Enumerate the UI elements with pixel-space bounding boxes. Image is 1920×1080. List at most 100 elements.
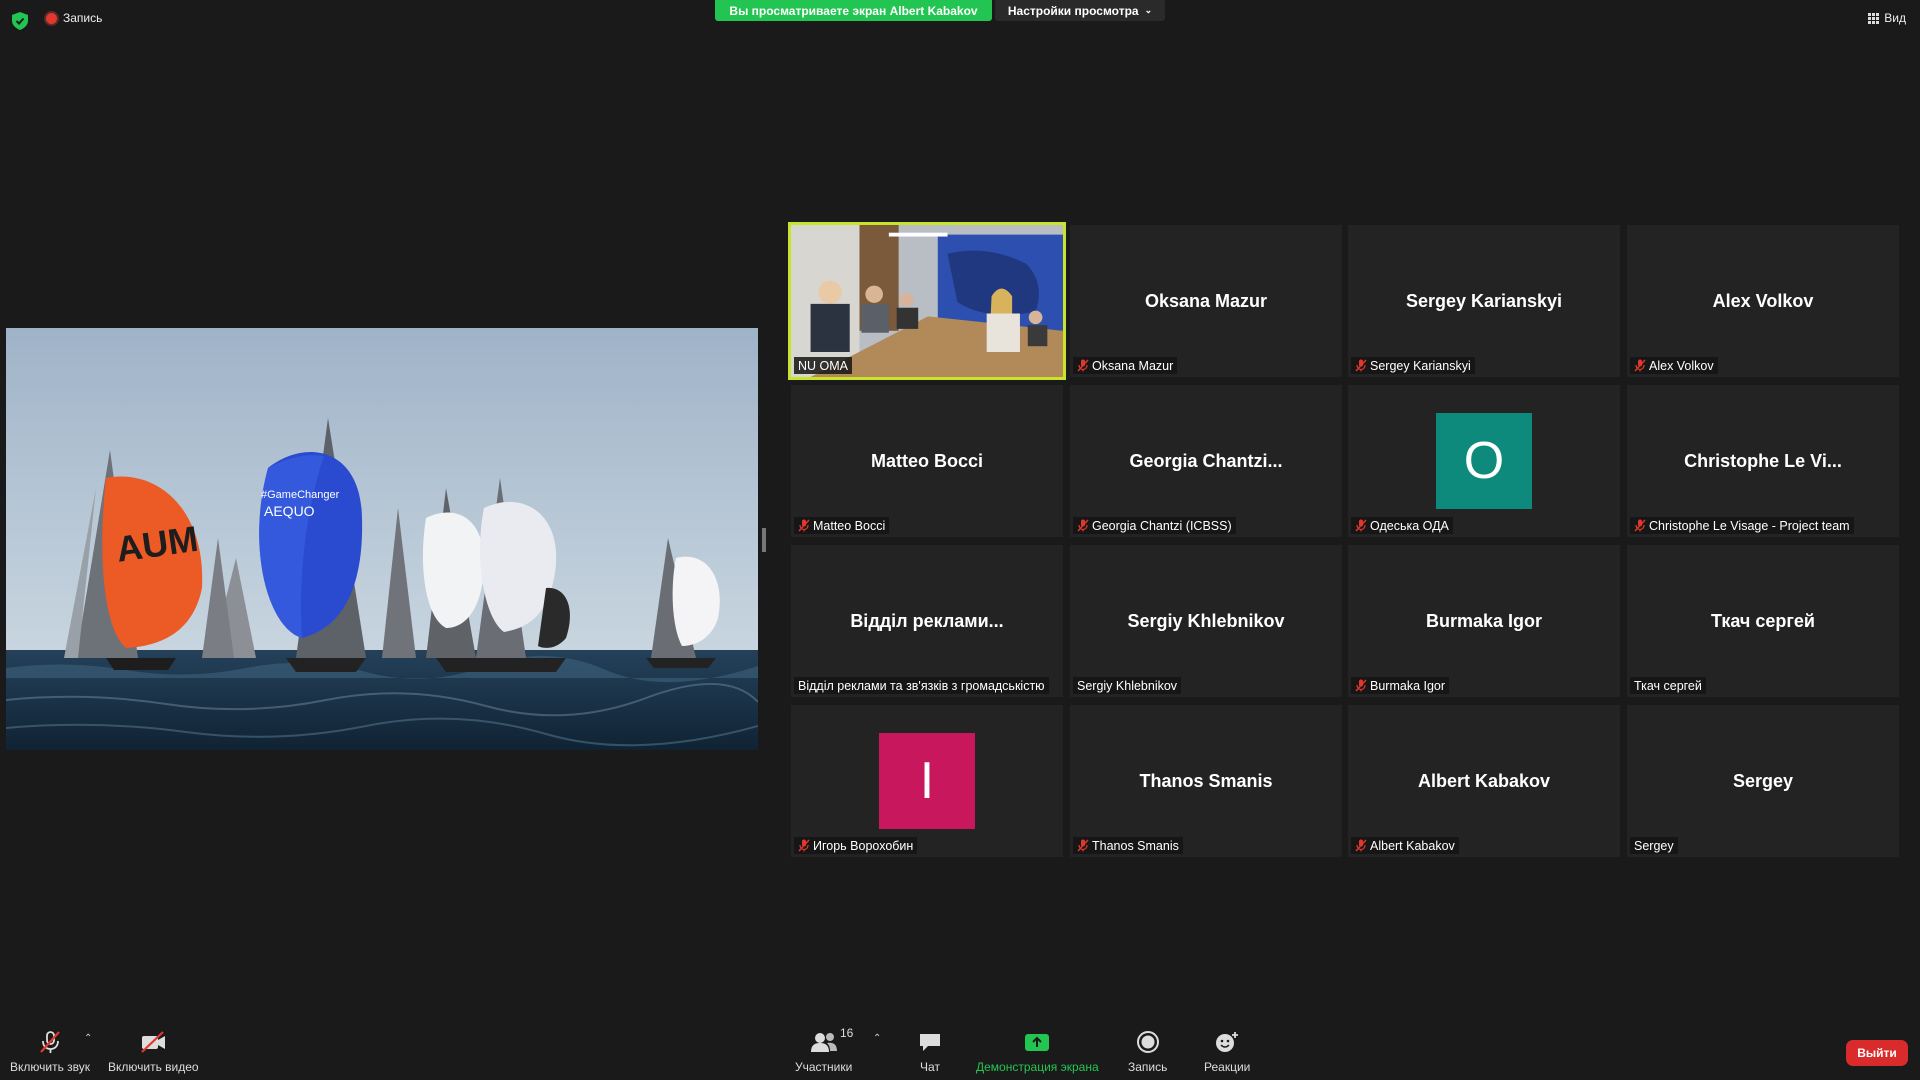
participant-tile[interactable]: Georgia Chantzi... Georgia Chantzi (ICBSS… (1070, 385, 1342, 537)
avatar: I (879, 733, 975, 829)
mic-muted-icon (1634, 359, 1646, 372)
participant-display-name: Sergey Karianskyi (1405, 290, 1563, 311)
participant-display-name: Sergey (1732, 770, 1794, 791)
participant-name-label: Ткач сергей (1630, 677, 1706, 694)
chat-button[interactable]: Чат (918, 1030, 942, 1074)
participant-tile[interactable]: NU OMA (788, 222, 1066, 380)
participant-display-name: Thanos Smanis (1139, 770, 1273, 791)
participant-name-label: Відділ реклами та зв'язків з громадськіс… (794, 677, 1049, 694)
participant-name: Matteo Bocci (813, 518, 886, 533)
participant-name-label: Oksana Mazur (1073, 357, 1178, 374)
participant-tile[interactable]: Thanos Smanis Thanos Smanis (1070, 705, 1342, 857)
participant-tile[interactable]: Oksana Mazur Oksana Mazur (1070, 225, 1342, 377)
participant-name-label: Sergey (1630, 837, 1678, 854)
mic-muted-icon (1355, 679, 1367, 692)
reactions-icon (1216, 1032, 1239, 1052)
record-button[interactable]: Запись (1128, 1030, 1167, 1074)
participant-name-label: Sergiy Khlebnikov (1073, 677, 1182, 694)
view-options-button[interactable]: Настройки просмотра ⌄ (995, 0, 1165, 21)
participant-name-label: Matteo Bocci (794, 517, 890, 534)
participant-display-name: Відділ реклами... (850, 610, 1004, 631)
share-screen-label: Демонстрация экрана (976, 1060, 1099, 1074)
splitter-handle[interactable] (762, 528, 766, 552)
participant-tile[interactable]: I Игорь Ворохобин (791, 705, 1063, 857)
view-layout-button[interactable]: Вид (1868, 11, 1906, 25)
record-label: Запись (1128, 1060, 1168, 1074)
share-screen-icon (1025, 1034, 1050, 1051)
participant-tile[interactable]: Sergiy Khlebnikov Sergiy Khlebnikov (1070, 545, 1342, 697)
participant-name: Игорь Ворохобин (813, 838, 914, 853)
screen-share-banner: Вы просматриваете экран Albert Kabakov (715, 0, 992, 21)
participant-name: Sergey Karianskyi (1370, 358, 1471, 373)
participant-name-label: NU OMA (794, 357, 852, 374)
participant-name: Albert Kabakov (1370, 838, 1455, 853)
participant-tile[interactable]: Albert Kabakov Albert Kabakov (1348, 705, 1620, 857)
unmute-button[interactable]: Включить звук (10, 1030, 90, 1074)
participant-display-name: Albert Kabakov (1417, 770, 1551, 791)
participant-display-name: Matteo Bocci (870, 450, 984, 471)
participants-label: Участники (795, 1060, 853, 1074)
participant-name-label: Georgia Chantzi (ICBSS) (1073, 517, 1236, 534)
record-icon (1136, 1031, 1159, 1053)
participant-display-name: Alex Volkov (1712, 290, 1814, 311)
participant-name: Відділ реклами та зв'язків з громадськіс… (798, 678, 1045, 693)
participant-tile[interactable]: Alex Volkov Alex Volkov (1627, 225, 1899, 377)
mic-muted-icon (1355, 839, 1367, 852)
grid-view-icon (1868, 12, 1880, 24)
participant-name-label: Thanos Smanis (1073, 837, 1183, 854)
mic-muted-icon (798, 519, 810, 532)
security-shield-icon[interactable] (12, 12, 28, 30)
participant-tile[interactable]: Burmaka Igor Burmaka Igor (1348, 545, 1620, 697)
participant-display-name: Burmaka Igor (1425, 610, 1543, 631)
participant-display-name: Christophe Le Vi... (1684, 450, 1842, 471)
recording-label: Запись (63, 11, 103, 25)
chat-label: Чат (920, 1060, 940, 1074)
participant-name: Oksana Mazur (1092, 358, 1174, 373)
participant-name-label: Burmaka Igor (1351, 677, 1450, 694)
recording-indicator[interactable]: Запись (46, 11, 102, 25)
mic-muted-icon (1077, 359, 1089, 372)
mic-muted-icon (1634, 519, 1646, 532)
chat-icon (920, 1034, 940, 1051)
participant-name: Alex Volkov (1649, 358, 1714, 373)
participant-name: Sergey (1634, 838, 1674, 853)
participant-name: Christophe Le Visage - Project team (1649, 518, 1850, 533)
reactions-label: Реакции (1204, 1060, 1251, 1074)
participant-name: NU OMA (798, 358, 848, 373)
mic-muted-icon (1077, 519, 1089, 532)
mic-off-icon (40, 1031, 60, 1053)
audio-options-caret[interactable]: ⌃ (84, 1033, 92, 1044)
leave-button[interactable]: Выйти (1846, 1040, 1908, 1066)
participant-name-label: Alex Volkov (1630, 357, 1718, 374)
participant-tile[interactable]: Ткач сергей Ткач сергей (1627, 545, 1899, 697)
participant-tile[interactable]: Відділ реклами... Відділ реклами та зв'яз… (791, 545, 1063, 697)
share-screen-button[interactable]: Демонстрация экрана (976, 1030, 1099, 1074)
reactions-button[interactable]: Реакции (1204, 1030, 1250, 1074)
video-off-icon (141, 1031, 166, 1053)
mic-muted-icon (798, 839, 810, 852)
participant-tile[interactable]: Sergey Karianskyi Sergey Karianskyi (1348, 225, 1620, 377)
participant-display-name: Georgia Chantzi... (1129, 450, 1283, 471)
participant-display-name: Sergiy Khlebnikov (1127, 610, 1285, 631)
mic-muted-icon (1355, 519, 1367, 532)
shared-screen[interactable]: AUM #GameChanger AEQUO (6, 328, 758, 750)
participant-name-label: Sergey Karianskyi (1351, 357, 1475, 374)
participant-tile[interactable]: Christophe Le Vi... Christophe Le Visage … (1627, 385, 1899, 537)
participant-name: Thanos Smanis (1092, 838, 1179, 853)
start-video-button[interactable]: Включить видео (108, 1030, 199, 1074)
participant-name: Одеська ОДА (1370, 518, 1449, 533)
avatar: О (1436, 413, 1532, 509)
svg-text:AEQUO: AEQUO (264, 503, 315, 519)
participants-icon (810, 1033, 837, 1052)
participant-tile[interactable]: Sergey Sergey (1627, 705, 1899, 857)
participant-tile[interactable]: Matteo Bocci Matteo Bocci (791, 385, 1063, 537)
sailing-photo: AUM #GameChanger AEQUO (6, 328, 758, 750)
participant-name-label: Одеська ОДА (1351, 517, 1453, 534)
mic-muted-icon (1077, 839, 1089, 852)
participant-tile[interactable]: О Одеська ОДА (1348, 385, 1620, 537)
record-dot-icon (46, 12, 57, 24)
participant-name-label: Albert Kabakov (1351, 837, 1459, 854)
mic-muted-icon (1355, 359, 1367, 372)
participant-name-label: Игорь Ворохобин (794, 837, 918, 854)
participants-options-caret[interactable]: ⌃ (873, 1033, 881, 1044)
